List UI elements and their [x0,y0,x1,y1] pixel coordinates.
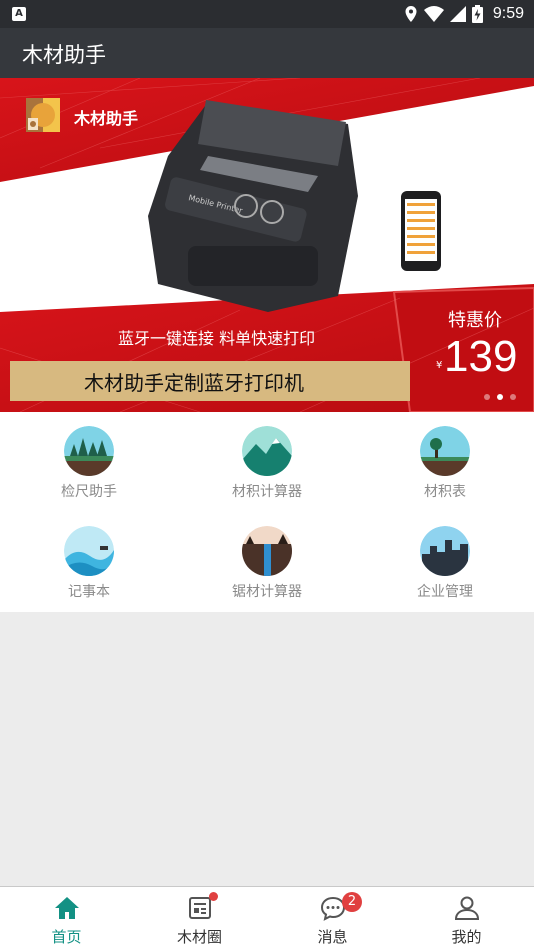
brand-logo [26,98,60,132]
cellular-signal-icon [449,6,466,22]
location-icon [405,6,417,22]
tab-mine[interactable]: 我的 [400,887,533,950]
grid-item-lumber-calculator[interactable]: 锯材计算器 [178,512,356,612]
page-title: 木材助手 [22,43,106,67]
new-content-dot [209,892,218,901]
price-currency: ¥ [436,360,443,371]
promo-price: 139 [444,332,518,381]
status-icons: 9:59 [404,4,524,24]
message-count-badge: 2 [342,892,362,912]
user-profile-icon [454,896,480,920]
tab-messages[interactable]: 消息 [266,887,399,950]
wifi-icon [423,6,444,22]
grid-item-label: 材积计算器 [232,484,302,500]
app-bar: 木材助手 [0,28,534,78]
wave-scene-icon [64,526,114,576]
banner-slogan: 蓝牙一键连接 料单快速打印 [118,329,316,348]
app-notification-icon: A [12,7,26,21]
tree-scene-icon [420,426,470,476]
tab-wood-circle[interactable]: 木材圈 [133,887,266,950]
grid-item-label: 记事本 [68,584,110,600]
promo-banner[interactable]: Mobile Printer 木材助手 蓝牙一键连接 料单快速打印 木材助手定制… [0,78,534,412]
carousel-indicators [484,394,516,400]
feature-grid: 检尺助手 材积计算器 材积表 记事本 锯材计算器 企业管理 [0,412,534,612]
phone-illustration [401,191,441,271]
promo-label: 特惠价 [448,310,502,331]
tab-label: 木材圈 [176,928,222,946]
grid-item-label: 检尺助手 [61,484,117,500]
tab-label: 首页 [51,928,82,946]
carousel-dot[interactable] [484,394,490,400]
forest-scene-icon [64,426,114,476]
home-icon [55,897,79,919]
clock: 9:59 [492,5,524,22]
status-bar: A 9:59 [0,0,534,28]
tab-label: 消息 [317,928,348,946]
grid-item-label: 锯材计算器 [232,584,302,600]
grid-item-volume-calculator[interactable]: 材积计算器 [178,412,356,512]
tab-home[interactable]: 首页 [0,887,133,950]
grid-item-notepad[interactable]: 记事本 [0,512,178,612]
grid-item-enterprise-management[interactable]: 企业管理 [356,512,534,612]
mountain-scene-icon [242,426,292,476]
grid-item-volume-table[interactable]: 材积表 [356,412,534,512]
battery-charging-icon [471,5,483,23]
city-scene-icon [420,526,470,576]
banner-brand: 木材助手 [74,109,139,128]
carousel-dot-active[interactable] [497,394,503,400]
tab-label: 我的 [451,928,482,946]
bottom-tab-bar: 首页 木材圈 消息 我的 [0,886,534,950]
grid-item-label: 企业管理 [417,584,473,600]
carousel-dot[interactable] [510,394,516,400]
grid-item-scale-helper[interactable]: 检尺助手 [0,412,178,512]
grid-item-label: 材积表 [424,484,466,500]
banner-headline: 木材助手定制蓝牙打印机 [84,371,304,395]
waterfall-scene-icon [242,526,292,576]
